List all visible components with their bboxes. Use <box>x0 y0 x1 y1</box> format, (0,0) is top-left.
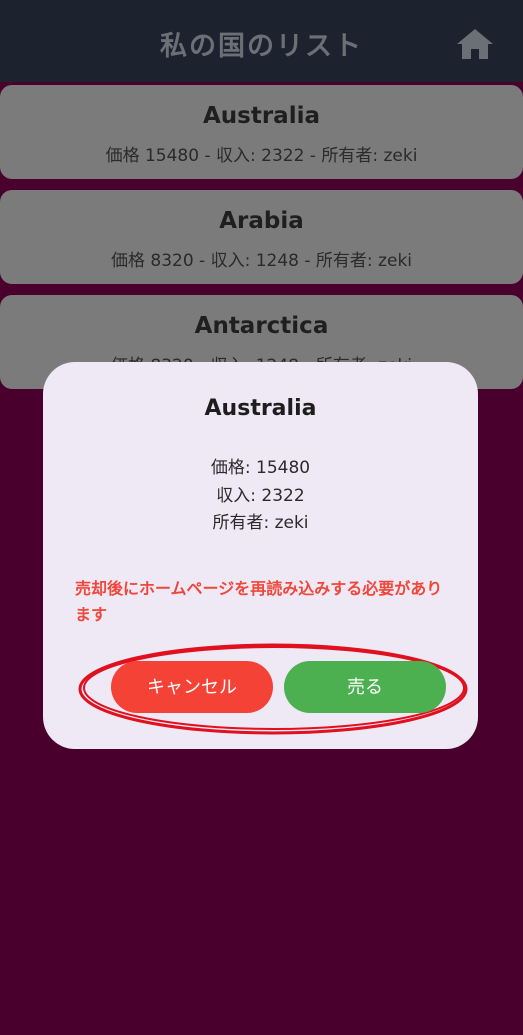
country-details: 価格 8320 - 収入: 1248 - 所有者: zeki <box>110 251 413 271</box>
cancel-button[interactable]: キャンセル <box>111 661 273 713</box>
dialog-warning: 売却後にホームページを再読み込みする必要があります <box>75 579 443 624</box>
dialog-income: 収入: 2322 <box>216 486 305 506</box>
dialog-price: 価格: 15480 <box>210 458 311 478</box>
country-name: Antarctica <box>194 313 329 339</box>
sell-button[interactable]: 売る <box>284 661 446 713</box>
app-bar: 私の国のリスト <box>0 0 523 82</box>
page-title: 私の国のリスト <box>160 31 363 62</box>
country-details: 価格 15480 - 収入: 2322 - 所有者: zeki <box>105 146 418 166</box>
home-button[interactable] <box>455 26 495 62</box>
country-name: Arabia <box>219 208 304 234</box>
dialog-owner: 所有者: zeki <box>212 513 309 533</box>
country-card-australia[interactable]: Australia 価格 15480 - 収入: 2322 - 所有者: zek… <box>0 85 523 179</box>
home-icon <box>457 29 493 59</box>
country-name: Australia <box>202 103 320 129</box>
dialog-title: Australia <box>204 396 317 421</box>
country-card-arabia[interactable]: Arabia 価格 8320 - 収入: 1248 - 所有者: zeki <box>0 190 523 284</box>
